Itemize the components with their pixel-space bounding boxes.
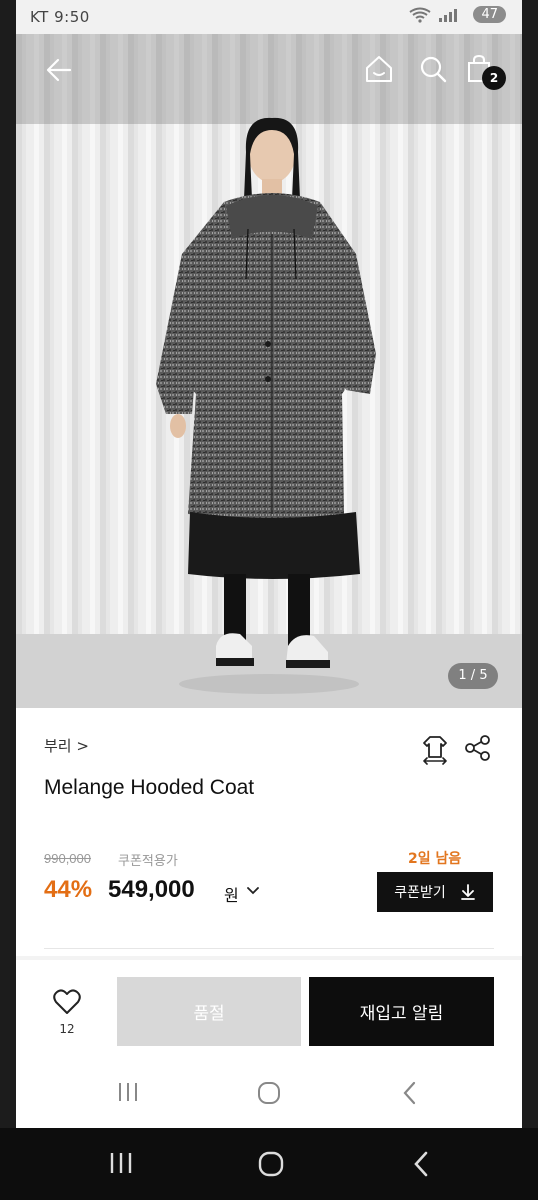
image-page-indicator: 1 / 5: [448, 663, 498, 689]
cart-count-badge: 2: [482, 66, 506, 90]
app-navigation-bar: [16, 1066, 522, 1122]
get-coupon-label: 쿠폰받기: [394, 885, 446, 901]
product-photo: [16, 34, 522, 708]
coupon-days-left: 2일 남음: [408, 851, 462, 867]
get-coupon-button[interactable]: 쿠폰받기: [377, 872, 493, 912]
restock-alert-label: 재입고 알림: [359, 1004, 444, 1024]
original-price: 990,000: [44, 851, 91, 866]
back-nav-icon[interactable]: [400, 1080, 420, 1106]
like-count: 12: [59, 1022, 75, 1036]
signal-icon: [439, 8, 458, 22]
download-icon: [460, 884, 475, 900]
system-navigation-bar: [0, 1128, 538, 1200]
product-image-carousel[interactable]: [16, 34, 522, 708]
soldout-label: 품절: [193, 1004, 225, 1024]
chevron-down-icon[interactable]: [246, 886, 260, 896]
heart-icon: [53, 989, 81, 1014]
app-screen: KT 9:50 47 2 1 / 5 부리 > Melange Hooded C…: [16, 0, 522, 1128]
status-time: KT 9:50: [30, 8, 90, 26]
sale-price: 549,000: [108, 876, 195, 903]
status-bar: KT 9:50 47: [16, 0, 522, 34]
discount-rate: 44%: [44, 876, 93, 903]
home-nav-icon[interactable]: [257, 1150, 285, 1178]
currency-label: 원: [224, 886, 239, 905]
back-arrow-icon[interactable]: [44, 56, 74, 84]
share-icon[interactable]: [464, 734, 492, 762]
product-title: Melange Hooded Coat: [44, 776, 255, 799]
battery-indicator: 47: [473, 6, 506, 23]
home-nav-icon[interactable]: [256, 1080, 282, 1106]
section-separator: [16, 956, 522, 960]
home-icon[interactable]: [364, 54, 394, 84]
back-nav-icon[interactable]: [410, 1150, 432, 1178]
recent-apps-icon[interactable]: [116, 1080, 140, 1104]
search-icon[interactable]: [418, 54, 448, 84]
divider: [44, 948, 494, 949]
recent-apps-icon[interactable]: [108, 1150, 134, 1176]
hanger-icon[interactable]: [420, 733, 450, 765]
wifi-icon: [409, 7, 432, 23]
restock-alert-button[interactable]: 재입고 알림: [309, 977, 494, 1046]
coupon-price-label: 쿠폰적용가: [118, 854, 178, 869]
like-button[interactable]: [50, 988, 84, 1020]
soldout-button: 품절: [117, 977, 301, 1046]
brand-link[interactable]: 부리 >: [44, 735, 89, 756]
